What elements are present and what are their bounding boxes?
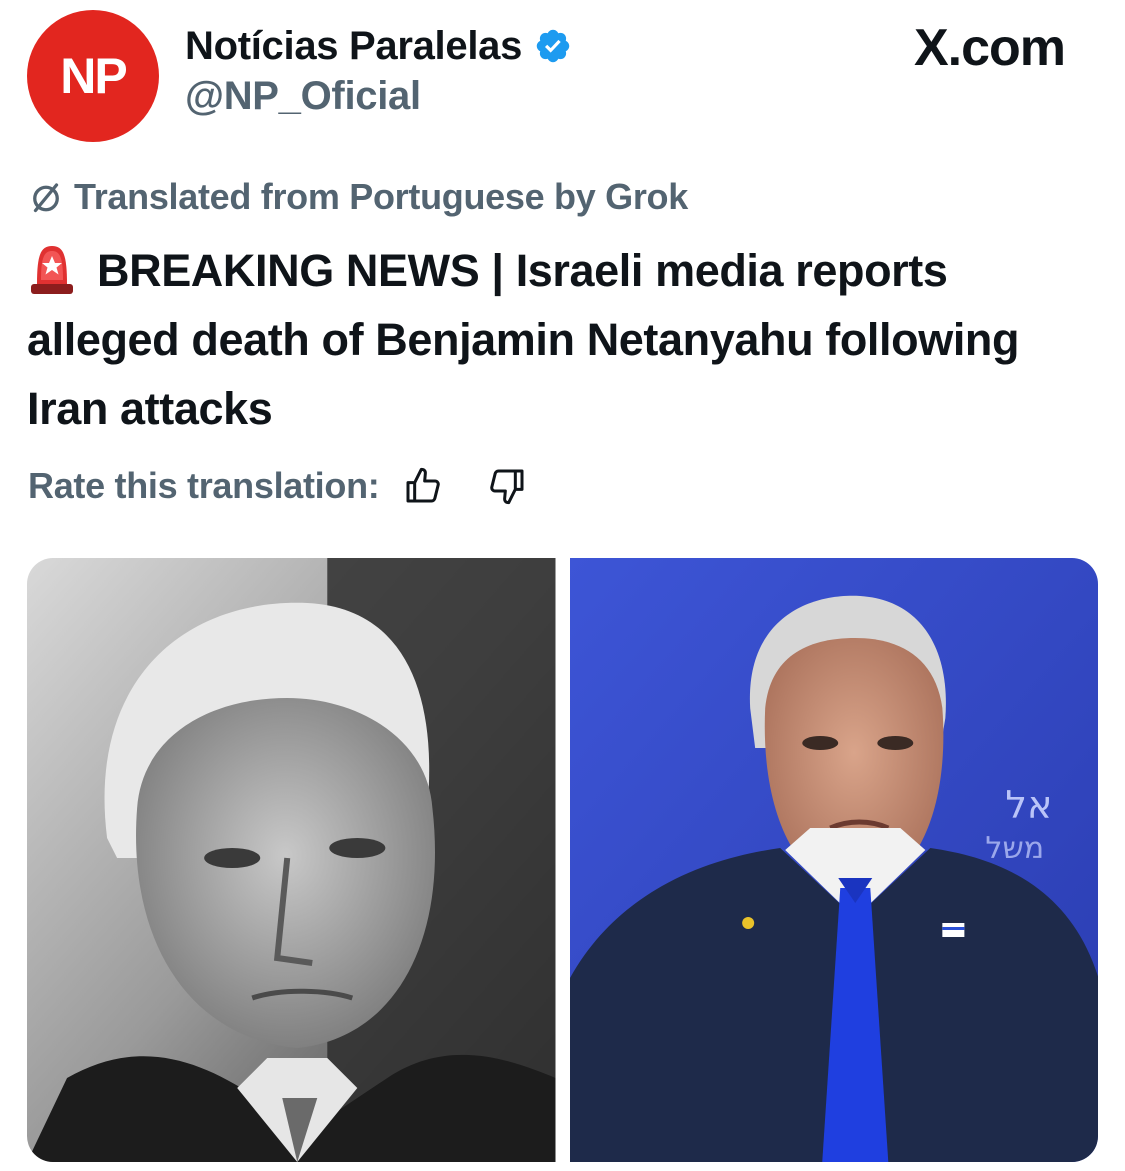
display-name[interactable]: Notícias Paralelas: [185, 24, 522, 69]
site-watermark: X.com: [913, 19, 1066, 77]
thumbs-down-button[interactable]: [485, 464, 529, 508]
name-row: Notícias Paralelas: [185, 18, 572, 74]
avatar[interactable]: NP: [27, 10, 159, 142]
svg-text:משל: משל: [985, 831, 1044, 866]
portrait-blue-background-image: אל משל: [569, 558, 1098, 1162]
media-gallery: אל משל: [27, 558, 1098, 1162]
media-image-right[interactable]: אל משל: [569, 558, 1098, 1162]
thumbs-down-icon: [490, 469, 524, 505]
thumbs-up-button[interactable]: [401, 464, 445, 508]
portrait-grayscale-image: [27, 558, 556, 1162]
rate-translation-label: Rate this translation:: [28, 465, 380, 506]
author-handle[interactable]: @NP_Oficial: [185, 74, 572, 119]
tweet-header: NP Notícias Paralelas @NP_Oficial X.com: [0, 0, 1125, 150]
translation-notice-text: Translated from Portuguese by Grok: [74, 176, 688, 217]
translation-notice: Translated from Portuguese by Grok: [28, 176, 688, 218]
svg-text:אל: אל: [1005, 783, 1052, 827]
media-image-left[interactable]: [27, 558, 556, 1162]
tweet-text: BREAKING NEWS | Israeli media reports al…: [27, 245, 1020, 434]
siren-emoji-icon: [31, 246, 73, 294]
thumbs-up-icon: [406, 467, 441, 503]
rate-translation: Rate this translation:: [28, 464, 529, 508]
avatar-initials: NP: [60, 48, 127, 104]
tweet-body: BREAKING NEWS | Israeli media reports al…: [27, 236, 1097, 443]
translate-icon: [33, 183, 59, 213]
author-block: Notícias Paralelas @NP_Oficial: [185, 18, 572, 119]
verified-badge-icon: [536, 29, 570, 63]
